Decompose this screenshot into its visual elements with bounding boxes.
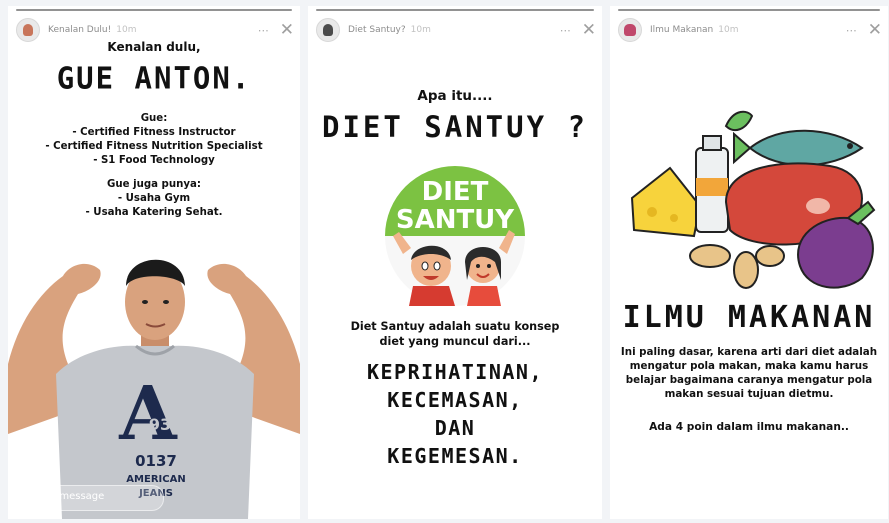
story-title: GUE ANTON. bbox=[56, 60, 252, 96]
story-header: Ilmu Makanan 10m ⋯ ✕ bbox=[618, 16, 882, 44]
reasons-list: KEPRIHATINAN, KECEMASAN, DAN KEGEMESAN. bbox=[308, 358, 602, 470]
send-message-input[interactable]: Send message bbox=[16, 485, 164, 511]
reason-item: KECEMASAN, bbox=[387, 388, 523, 412]
shirt-print-letter: A bbox=[118, 371, 178, 457]
bio-line: Gue juga punya: bbox=[107, 179, 201, 190]
close-icon[interactable]: ✕ bbox=[868, 21, 882, 39]
story-progress-bar bbox=[16, 9, 292, 11]
reason-item: KEPRIHATINAN, bbox=[366, 360, 544, 384]
avatar[interactable] bbox=[316, 18, 340, 42]
story-progress-bar bbox=[618, 9, 880, 11]
story-card-2[interactable]: Diet Santuy? 10m ⋯ ✕ Apa itu.... DIET SA… bbox=[308, 6, 602, 519]
food-illustration bbox=[630, 110, 876, 289]
bio-line: - Certified Fitness Instructor bbox=[72, 127, 236, 138]
avatar[interactable] bbox=[16, 18, 40, 42]
story-time: 10m bbox=[410, 25, 431, 35]
reason-item: DAN bbox=[434, 416, 476, 440]
bio-line: Gue: bbox=[140, 113, 168, 124]
description-line: mengatur pola makan, maka kamu harus bbox=[629, 360, 869, 372]
bio-line: - Usaha Katering Sehat. bbox=[85, 207, 223, 218]
account-name[interactable]: Kenalan Dulu! bbox=[48, 25, 111, 35]
person-flexing-image: A 93 0137 AMERICAN JEANS bbox=[8, 259, 300, 519]
shirt-print-code: 0137 bbox=[135, 452, 177, 470]
story-header: Diet Santuy? 10m ⋯ ✕ bbox=[316, 16, 596, 44]
story-card-1[interactable]: Kenalan Dulu! 10m ⋯ ✕ Kenalan dulu, GUE … bbox=[8, 6, 300, 519]
close-icon[interactable]: ✕ bbox=[280, 21, 294, 39]
question-text: Apa itu.... bbox=[417, 88, 493, 104]
avatar[interactable] bbox=[618, 18, 642, 42]
story-title: DIET SANTUY ? bbox=[322, 110, 588, 144]
story-time: 10m bbox=[116, 25, 137, 35]
description-line: makan sesuai tujuan dietmu. bbox=[664, 388, 834, 400]
more-options-icon[interactable]: ⋯ bbox=[560, 24, 572, 37]
shirt-print-word: AMERICAN bbox=[126, 474, 185, 485]
story-time: 10m bbox=[718, 25, 739, 35]
close-icon[interactable]: ✕ bbox=[582, 21, 596, 39]
reason-item: KEGEMESAN. bbox=[387, 444, 523, 468]
more-options-icon[interactable]: ⋯ bbox=[846, 24, 858, 37]
description-line: Ini paling dasar, karena arti dari diet … bbox=[620, 346, 878, 358]
shirt-print-number: 93 bbox=[149, 415, 171, 434]
bio-line: - Certified Fitness Nutrition Specialist bbox=[45, 141, 263, 152]
description: Ini paling dasar, karena arti dari diet … bbox=[610, 345, 888, 401]
story-progress-bar bbox=[316, 9, 594, 11]
send-message-placeholder: Send message bbox=[31, 491, 105, 502]
description-line: belajar bagaimana caranya mengatur pola bbox=[625, 374, 873, 386]
logo-text-line: SANTUY bbox=[396, 205, 515, 235]
diet-santuy-logo: DIET SANTUY bbox=[385, 166, 525, 306]
story-title: ILMU MAKANAN bbox=[622, 300, 876, 335]
bio-line: - S1 Food Technology bbox=[93, 155, 215, 166]
description: Diet Santuy adalah suatu konsep diet yan… bbox=[308, 319, 602, 349]
bio-line: - Usaha Gym bbox=[117, 193, 191, 204]
account-name[interactable]: Diet Santuy? bbox=[348, 25, 406, 35]
more-options-icon[interactable]: ⋯ bbox=[258, 24, 270, 37]
description-line: Diet Santuy adalah suatu konsep bbox=[350, 320, 560, 333]
intro-text: Kenalan dulu, bbox=[107, 40, 201, 54]
description-line: diet yang muncul dari... bbox=[379, 335, 531, 348]
bio-block: Gue: - Certified Fitness Instructor - Ce… bbox=[8, 112, 300, 220]
story-card-3[interactable]: Ilmu Makanan 10m ⋯ ✕ ILMU MAKANAN Ini pa… bbox=[610, 6, 888, 519]
footer-text: Ada 4 poin dalam ilmu makanan.. bbox=[649, 421, 849, 433]
logo-text-line: DIET bbox=[422, 177, 489, 207]
account-name[interactable]: Ilmu Makanan bbox=[650, 25, 713, 35]
